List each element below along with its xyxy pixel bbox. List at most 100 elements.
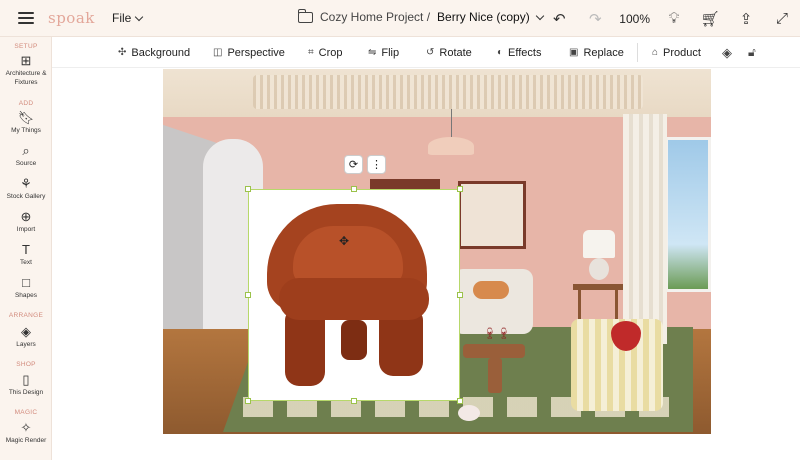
sidebar-item-source[interactable]: ⌕ Source	[0, 144, 52, 168]
perspective-icon: ◫	[213, 47, 223, 58]
effects-icon: ◐	[497, 47, 504, 58]
product-button[interactable]: ⌂ Product	[652, 37, 701, 68]
cart-icon[interactable]: 🛒︎	[692, 0, 728, 37]
tag-icon: ⌂	[652, 47, 659, 58]
sofa[interactable]	[453, 269, 533, 334]
resize-handle-bottom-left[interactable]	[245, 398, 251, 404]
replace-button[interactable]: ▣ Replace	[569, 37, 624, 68]
perspective-button[interactable]: ◫ Perspective	[213, 37, 285, 68]
sidebar-item-shapes[interactable]: □ Shapes	[0, 276, 52, 300]
sidebar-item-text[interactable]: T Text	[0, 243, 52, 267]
sidebar-item-stock-gallery[interactable]: ⚘ Stock Gallery	[0, 177, 52, 201]
sidebar-item-this-design[interactable]: ▯ This Design	[0, 373, 52, 397]
tool-label: Replace	[583, 46, 624, 59]
layers-icon: ◈	[722, 44, 732, 60]
flip-icon: ⇋	[368, 47, 377, 58]
effects-button[interactable]: ◐ Effects	[497, 37, 541, 68]
rotate-button[interactable]: ↺ Rotate	[426, 37, 472, 68]
sidebar-item-architecture[interactable]: ⊞ Architecture & Fixtures	[0, 54, 52, 87]
layers-button[interactable]: ◈	[722, 37, 732, 68]
clipboard-icon: ▯	[22, 372, 30, 387]
sidebar-item-layers[interactable]: ◈ Layers	[0, 325, 52, 349]
pendant-cord	[451, 109, 452, 139]
pendant-light[interactable]	[428, 137, 474, 155]
wine-glasses[interactable]: 🍷︎🍷︎	[483, 327, 511, 340]
layers-icon: ◈	[21, 324, 31, 339]
small-vase[interactable]	[458, 405, 480, 421]
chair-leg	[341, 320, 367, 360]
tool-label: Flip	[381, 46, 400, 59]
replace-icon: ▣	[569, 47, 579, 58]
swap-icon[interactable]: ⟳	[344, 155, 363, 174]
rotate-icon: ↺	[426, 47, 435, 58]
tool-label: Background	[131, 46, 191, 59]
menu-icon[interactable]	[18, 12, 34, 24]
left-sidebar: SETUP ⊞ Architecture & Fixtures ADD 🔖︎ M…	[0, 37, 52, 460]
sidebar-item-label: Magic Render	[5, 437, 47, 444]
chair-leg	[285, 310, 325, 386]
sidebar-item-label: Text	[20, 259, 32, 266]
chevron-down-icon	[135, 12, 144, 21]
share-icon[interactable]: ⇪	[728, 0, 764, 37]
folder-icon[interactable]	[298, 8, 313, 23]
file-menu-label: File	[112, 11, 132, 25]
project-name[interactable]: Cozy Home Project /	[320, 10, 430, 24]
square-icon: □	[22, 275, 30, 290]
text-icon: T	[22, 242, 30, 257]
resize-handle-left[interactable]	[245, 292, 251, 298]
ceiling-ornament	[253, 75, 643, 109]
lightbulb-icon[interactable]: 💡︎	[656, 0, 692, 37]
tool-label: Crop	[318, 46, 343, 59]
more-icon[interactable]: ⋮	[367, 155, 386, 174]
chair-seat	[279, 278, 429, 320]
resize-handle-right[interactable]	[457, 292, 463, 298]
coffee-table-base	[488, 358, 502, 393]
grid-icon: ⊞	[20, 53, 32, 68]
plus-circle-icon: ⊕	[20, 209, 32, 224]
tool-label: Effects	[508, 46, 542, 59]
toolbar-divider	[637, 43, 638, 62]
design-name[interactable]: Berry Nice (copy)	[437, 10, 530, 24]
expand-icon[interactable]: ⤢	[764, 0, 800, 37]
sidebar-item-label: Shapes	[14, 292, 38, 299]
gallery-icon: ⚘	[20, 176, 32, 191]
selected-product-chair[interactable]: ✥	[248, 189, 460, 401]
crop-button[interactable]: ⌗ Crop	[308, 37, 342, 68]
sidebar-item-label: Import	[16, 226, 36, 233]
bookmark-icon: 🔖︎	[17, 110, 35, 125]
resize-handle-bottom-right[interactable]	[457, 398, 463, 404]
top-actions: ↶ ↷ 100% 💡︎ 🛒︎ ⇪ ⤢	[541, 0, 800, 37]
curtain[interactable]	[623, 114, 667, 344]
flip-button[interactable]: ⇋ Flip	[368, 37, 399, 68]
table-lamp[interactable]	[583, 230, 615, 258]
cat[interactable]	[473, 281, 509, 299]
background-button[interactable]: ✣ Background	[118, 37, 190, 68]
redo-icon[interactable]: ↷	[577, 0, 613, 37]
sidebar-item-magic-render[interactable]: ✧ Magic Render	[0, 421, 52, 445]
sidebar-item-import[interactable]: ⊕ Import	[0, 210, 52, 234]
section-shop: SHOP	[16, 361, 36, 368]
lock-button[interactable]: 🔓︎	[748, 37, 756, 68]
crop-icon: ⌗	[308, 47, 314, 58]
sidebar-item-label: My Things	[11, 127, 41, 134]
section-magic: MAGIC	[14, 409, 38, 416]
coffee-table[interactable]	[463, 344, 525, 358]
file-menu[interactable]: File	[112, 11, 144, 25]
search-icon: ⌕	[22, 143, 30, 158]
wall-art-frame[interactable]	[458, 181, 526, 249]
background-icon: ✣	[118, 47, 127, 58]
sidebar-item-label: Source	[15, 160, 37, 167]
resize-handle-top[interactable]	[351, 186, 357, 192]
undo-icon[interactable]: ↶	[541, 0, 577, 37]
sidebar-item-my-things[interactable]: 🔖︎ My Things	[0, 111, 52, 135]
section-arrange: ARRANGE	[8, 312, 44, 319]
logo: spoak	[48, 9, 95, 27]
sidebar-item-label: Layers	[16, 341, 36, 348]
sidebar-item-label: Architecture & Fixtures	[5, 70, 47, 86]
resize-handle-bottom[interactable]	[351, 398, 357, 404]
zoom-level[interactable]: 100%	[613, 12, 656, 26]
resize-handle-top-left[interactable]	[245, 186, 251, 192]
tool-label: Perspective	[227, 46, 285, 59]
section-add: ADD	[18, 100, 34, 107]
resize-handle-top-right[interactable]	[457, 186, 463, 192]
